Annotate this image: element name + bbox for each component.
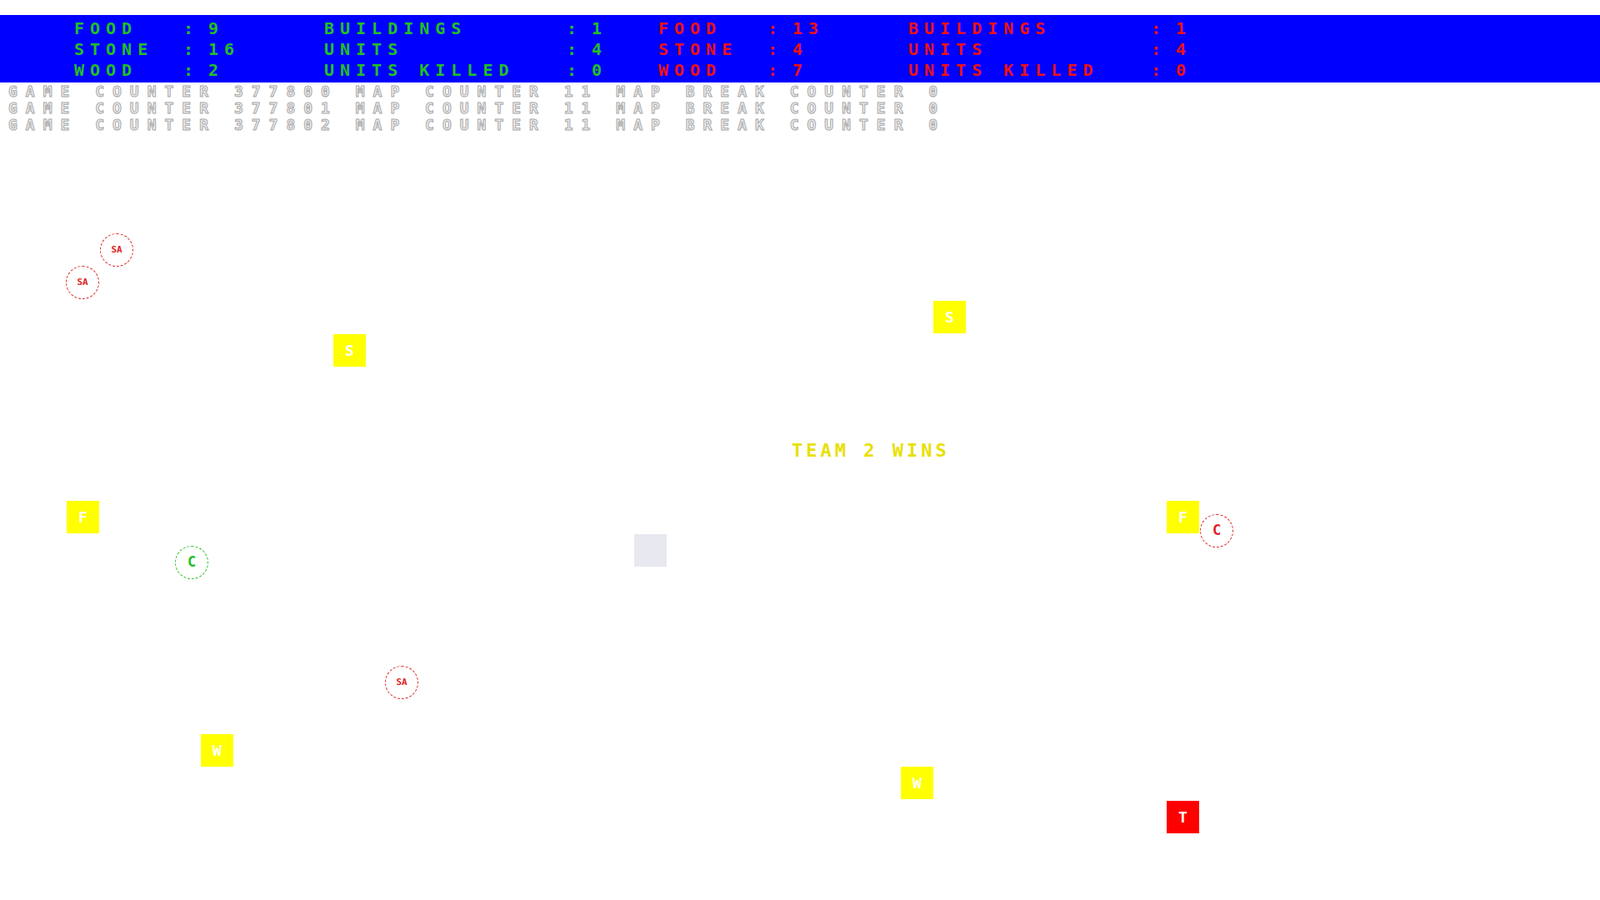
stat-row: UNITS:4 — [324, 38, 659, 60]
stat-row: UNITS KILLED:0 — [324, 59, 659, 80]
unit[interactable]: SA — [65, 265, 100, 300]
stat-row: STONE:4 — [658, 38, 909, 60]
stat-group: BUILDINGS:1UNITS:4UNITS KILLED:0 — [908, 17, 1243, 83]
building[interactable]: T — [1166, 800, 1200, 834]
stat-row: UNITS:4 — [908, 38, 1243, 60]
resource-tile[interactable]: W — [900, 766, 934, 800]
stat-group: FOOD:13STONE:4WOOD:7 — [658, 17, 909, 83]
counter-log: GAME COUNTER 377800 MAP COUNTER 11 MAP B… — [0, 82, 1600, 134]
resource-tile[interactable]: F — [1166, 500, 1200, 534]
resource-tile[interactable]: F — [66, 500, 100, 534]
resource-tile[interactable]: S — [933, 300, 966, 334]
stats-bar: FOOD:9STONE:16WOOD:2BUILDINGS:1UNITS:4UN… — [0, 15, 1600, 83]
stat-row: BUILDINGS:1 — [324, 17, 659, 39]
stat-row: FOOD:9 — [74, 17, 325, 39]
unit[interactable]: C — [175, 545, 209, 580]
unit[interactable]: SA — [385, 665, 419, 700]
game-screen: FOOD:9STONE:16WOOD:2BUILDINGS:1UNITS:4UN… — [0, 0, 1600, 900]
team-stats: FOOD:13STONE:4WOOD:7BUILDINGS:1UNITS:4UN… — [658, 17, 1243, 83]
stat-row: BUILDINGS:1 — [908, 17, 1243, 39]
stat-row: UNITS KILLED:0 — [908, 59, 1243, 80]
win-message: TEAM 2 WINS — [791, 436, 950, 465]
team-stats: FOOD:9STONE:16WOOD:2BUILDINGS:1UNITS:4UN… — [74, 17, 659, 83]
unit[interactable]: C — [1200, 514, 1234, 548]
empty-tile[interactable] — [634, 534, 667, 567]
counter-line: GAME COUNTER 377802 MAP COUNTER 11 MAP B… — [8, 116, 1600, 134]
resource-tile[interactable]: W — [200, 734, 234, 767]
counter-line: GAME COUNTER 377800 MAP COUNTER 11 MAP B… — [8, 83, 1600, 100]
stat-row: FOOD:13 — [658, 17, 909, 39]
stat-group: BUILDINGS:1UNITS:4UNITS KILLED:0 — [324, 17, 659, 83]
stat-row: STONE:16 — [74, 38, 325, 60]
counter-line: GAME COUNTER 377801 MAP COUNTER 11 MAP B… — [8, 100, 1600, 117]
stat-row: WOOD:7 — [658, 59, 909, 80]
stat-row: WOOD:2 — [74, 59, 325, 80]
stat-group: FOOD:9STONE:16WOOD:2 — [74, 17, 325, 83]
resource-tile[interactable]: S — [333, 334, 366, 367]
unit[interactable]: SA — [100, 233, 134, 267]
